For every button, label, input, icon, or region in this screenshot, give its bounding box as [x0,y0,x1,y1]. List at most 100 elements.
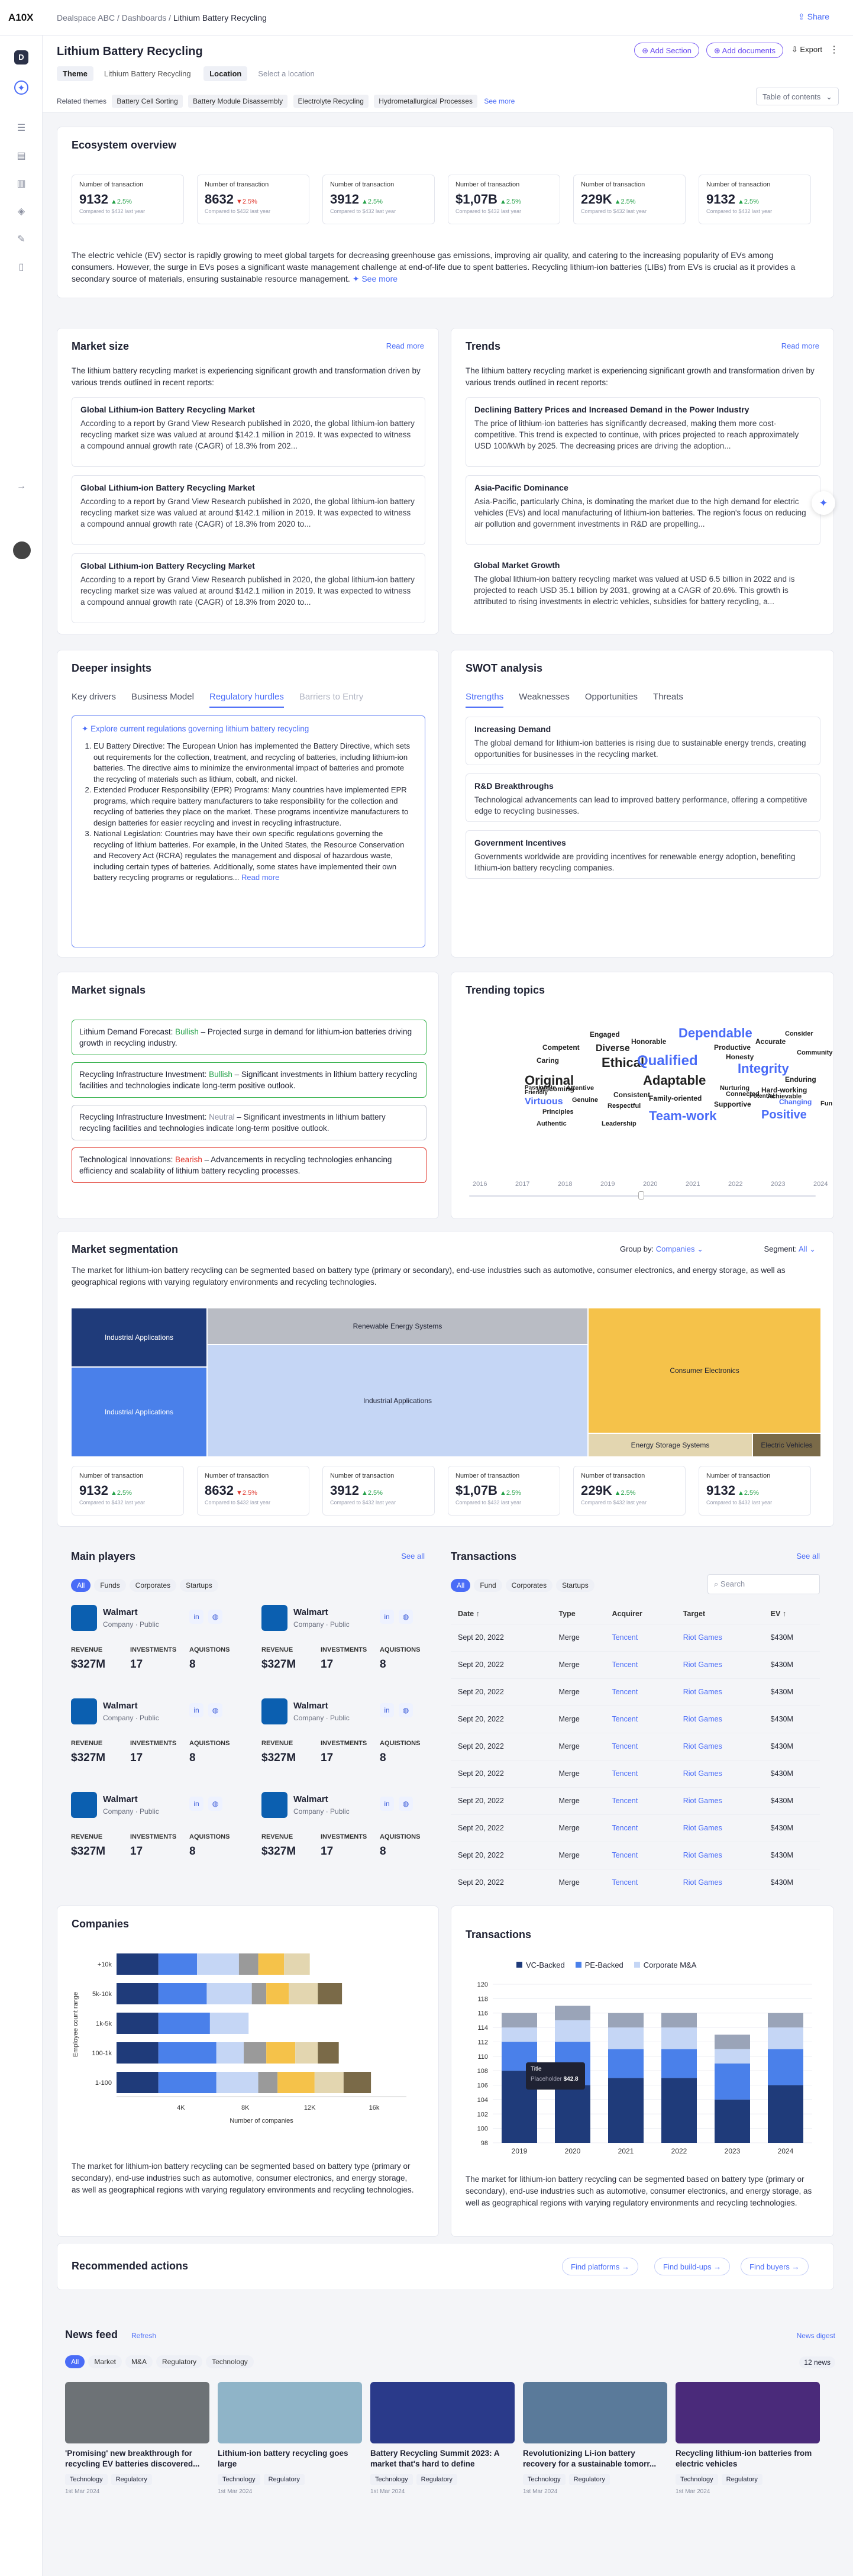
treemap-cell[interactable]: Renewable Energy Systems [208,1308,587,1344]
news-card[interactable]: Lithium-ion battery recycling goes large… [218,2382,362,2495]
treemap-cell[interactable]: Energy Storage Systems [589,1434,752,1456]
stat-card[interactable]: Number of transaction 229K ▲2.5% Compared… [573,1466,686,1516]
table-cell[interactable]: Riot Games [676,1623,764,1651]
stat-card[interactable]: Number of transaction 9132 ▲2.5% Compared… [72,175,184,224]
table-cell[interactable]: Riot Games [676,1868,764,1896]
read-more-link[interactable]: Read more [386,341,424,350]
table-row[interactable]: Sept 20, 2022 Merge Tencent Riot Games $430M [451,1678,820,1705]
topic-word[interactable]: Adaptable [643,1073,706,1088]
collapse-arrow-icon[interactable]: → [14,479,28,494]
topic-word[interactable]: Honorable [631,1037,666,1046]
tab-key-drivers[interactable]: Key drivers [72,692,116,707]
topic-word[interactable]: Attentive [566,1085,594,1092]
swot-item[interactable]: R&D Breakthroughs Technological advanceme… [466,773,820,822]
list-icon[interactable]: ☰ [14,121,28,136]
table-row[interactable]: Sept 20, 2022 Merge Tencent Riot Games $430M [451,1650,820,1678]
chart-icon[interactable]: ▥ [14,177,28,191]
table-row[interactable]: Sept 20, 2022 Merge Tencent Riot Games $430M [451,1841,820,1869]
find-buyers-button[interactable]: Find buyers → [741,2258,809,2275]
topic-word[interactable]: Positive [761,1108,807,1122]
globe-icon[interactable]: ◍ [208,1797,222,1811]
market-size-item[interactable]: Global Lithium-ion Battery Recycling Mar… [72,475,425,545]
signal-item[interactable]: Recycling Infrastructure Investment: Bul… [72,1062,426,1098]
table-cell[interactable]: Riot Games [676,1705,764,1733]
globe-icon[interactable]: ◍ [399,1703,413,1717]
breadcrumb-item[interactable]: Dashboards [122,13,167,22]
tab-barriers-to-entry[interactable]: Barriers to Entry [299,692,363,707]
more-options-icon[interactable]: ⋮ [829,44,839,56]
trend-item[interactable]: Global Market Growth The global lithium-i… [466,553,820,623]
topic-word[interactable]: Fun [820,1100,832,1107]
workspace-avatar[interactable]: D [14,50,28,65]
news-tag[interactable]: Regulatory [416,2474,457,2485]
table-row[interactable]: Sept 20, 2022 Merge Tencent Riot Games $430M [451,1623,820,1651]
filter-ma[interactable]: M&A [125,2355,153,2368]
filter-all[interactable]: All [71,1579,91,1592]
topic-word[interactable]: Respectful [608,1102,641,1110]
topic-word[interactable]: Enduring [785,1075,816,1084]
find-build-ups-button[interactable]: Find build-ups → [654,2258,731,2275]
table-cell[interactable]: Riot Games [676,1732,764,1760]
table-row[interactable]: Sept 20, 2022 Merge Tencent Riot Games $430M [451,1705,820,1733]
theme-select[interactable]: Lithium Battery Recycling [98,66,197,81]
table-row[interactable]: Sept 20, 2022 Merge Tencent Riot Games $430M [451,1732,820,1760]
news-tag[interactable]: Regulatory [721,2474,762,2485]
table-cell[interactable]: Riot Games [676,1650,764,1678]
app-logo[interactable]: A10X [8,12,34,24]
linkedin-icon[interactable]: in [380,1610,394,1624]
topic-word[interactable]: Caring [537,1056,559,1065]
column-header[interactable]: Target [676,1604,764,1624]
filter-all[interactable]: All [451,1579,471,1592]
signal-item[interactable]: Technological Innovations: Bearish – Adv… [72,1147,426,1183]
topic-word[interactable]: Potential [749,1093,774,1100]
trend-item[interactable]: Declining Battery Prices and Increased D… [466,397,820,467]
linkedin-icon[interactable]: in [380,1703,394,1717]
read-more-link[interactable]: Read more [781,341,819,350]
layers-icon[interactable]: ◈ [14,205,28,219]
tab-business-model[interactable]: Business Model [131,692,194,707]
file-icon[interactable]: ▯ [14,260,28,275]
linkedin-icon[interactable]: in [189,1797,203,1811]
treemap-cell[interactable]: Electric Vehicles [753,1434,820,1456]
transactions-search[interactable]: ⌕ Search [707,1574,820,1594]
news-card[interactable]: Recycling lithium-ion batteries from ele… [676,2382,820,2495]
table-row[interactable]: Sept 20, 2022 Merge Tencent Riot Games $430M [451,1787,820,1814]
globe-icon[interactable]: ◍ [208,1703,222,1717]
stat-card[interactable]: Number of transaction $1,07B ▲2.5% Compar… [448,175,560,224]
swot-item[interactable]: Government Incentives Governments worldwi… [466,830,820,879]
ai-assistant-icon[interactable]: ✦ [14,80,28,95]
topic-word[interactable]: Community [797,1049,833,1056]
related-theme-tag[interactable]: Battery Module Disassembly [188,95,288,108]
filter-corporates[interactable]: Corporates [129,1579,177,1592]
globe-icon[interactable]: ◍ [399,1797,413,1811]
see-all-link[interactable]: See all [796,1552,820,1561]
table-cell[interactable]: Tencent [605,1650,676,1678]
trend-item[interactable]: Asia-Pacific Dominance Asia-Pacific, part… [466,475,820,545]
stat-card[interactable]: Number of transaction 8632 ▼2.5% Compared… [197,175,309,224]
document-icon[interactable]: ▤ [14,149,28,163]
table-of-contents-select[interactable]: Table of contents ⌄ [756,88,839,105]
table-cell[interactable]: Riot Games [676,1759,764,1787]
see-more-themes-link[interactable]: See more [484,97,515,105]
topic-word[interactable]: Honesty [726,1053,754,1061]
news-card[interactable]: Battery Recycling Summit 2023: A market … [370,2382,515,2495]
column-header[interactable]: Date ↑ [451,1604,552,1624]
table-cell[interactable]: Riot Games [676,1678,764,1705]
tab-opportunities[interactable]: Opportunities [585,692,638,707]
column-header[interactable]: EV ↑ [763,1604,820,1624]
ai-float-button[interactable]: ✦ [812,491,835,515]
treemap-cell[interactable]: Industrial Applications [208,1345,587,1456]
globe-icon[interactable]: ◍ [399,1610,413,1624]
news-tag[interactable]: Regulatory [568,2474,610,2485]
find-platforms-button[interactable]: Find platforms → [562,2258,638,2275]
player-card[interactable]: Walmart Company · Public in ◍ REVENUE IN… [261,1605,439,1694]
filter-fund[interactable]: Fund [474,1579,502,1592]
add-section-button[interactable]: ⊕ Add Section [634,43,699,58]
player-card[interactable]: Walmart Company · Public in ◍ REVENUE IN… [71,1792,248,1881]
topic-word[interactable]: Competent [542,1043,580,1052]
group-by-select[interactable]: Group by: Companies ⌄ [620,1245,703,1254]
read-more-link[interactable]: Read more [241,873,279,882]
pen-icon[interactable]: ✎ [14,233,28,247]
topic-word[interactable]: Dependable [678,1026,752,1041]
news-digest-link[interactable]: News digest [797,2332,835,2340]
